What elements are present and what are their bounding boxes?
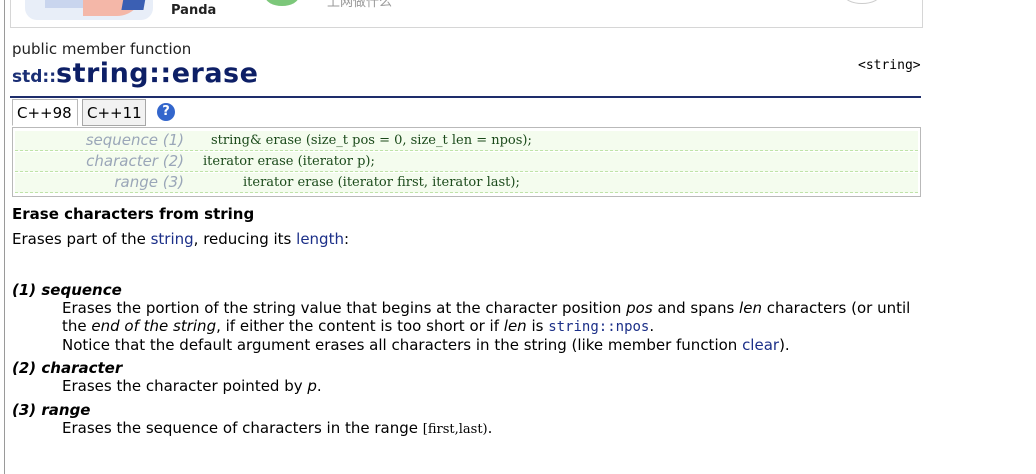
prototype-label: sequence (1) xyxy=(85,131,184,149)
summary-text: Erases part of the string, reducing its … xyxy=(12,230,350,248)
summary-heading: Erase characters from string xyxy=(12,205,255,223)
prototype-code: iterator erase (iterator p); xyxy=(203,154,375,169)
prototype-row: character (2) iterator erase (iterator p… xyxy=(15,152,918,172)
banner-illustration xyxy=(25,0,153,20)
function-name: string::erase xyxy=(56,58,259,89)
prototype-row: sequence (1) string& erase (size_t pos =… xyxy=(15,131,918,151)
header-link[interactable]: <string> xyxy=(858,58,921,73)
banner-brand: Panda xyxy=(171,3,217,18)
param-range-title: (3) range xyxy=(12,401,91,419)
param-sequence-desc: Erases the portion of the string value t… xyxy=(62,299,911,354)
prototype-code: iterator erase (iterator first, iterator… xyxy=(243,175,520,190)
banner-green-logo-icon xyxy=(265,0,299,6)
param-range-desc: Erases the sequence of characters in the… xyxy=(62,419,493,437)
param-character-desc: Erases the character pointed by p. xyxy=(62,377,322,395)
help-icon[interactable]: ? xyxy=(157,103,175,121)
prototype-code: string& erase (size_t pos = 0, size_t le… xyxy=(211,133,532,148)
param-character-title: (2) character xyxy=(12,359,123,377)
page-left-border xyxy=(4,0,5,474)
namespace-prefix: std:: xyxy=(12,67,57,87)
prototypes-box: sequence (1) string& erase (size_t pos =… xyxy=(12,127,921,197)
ad-banner[interactable]: Panda 上网做什么 xyxy=(10,0,923,28)
tab-cpp11[interactable]: C++11 xyxy=(82,99,146,126)
banner-circle-icon xyxy=(843,0,881,4)
banner-text: 上网做什么 xyxy=(327,0,393,10)
length-link[interactable]: length xyxy=(296,230,344,248)
prototype-row: range (3) iterator erase (iterator first… xyxy=(15,173,918,193)
page-title: std::string::erase xyxy=(12,58,258,89)
prototype-label: range (3) xyxy=(114,173,184,191)
param-sequence-title: (1) sequence xyxy=(12,281,122,299)
tab-cpp98[interactable]: C++98 xyxy=(12,99,78,126)
prototype-label: character (2) xyxy=(86,152,184,170)
member-kind: public member function xyxy=(12,40,192,58)
clear-link[interactable]: clear xyxy=(742,336,779,354)
string-link[interactable]: string xyxy=(151,230,194,248)
npos-link[interactable]: string::npos xyxy=(548,319,649,335)
title-divider xyxy=(10,96,921,98)
